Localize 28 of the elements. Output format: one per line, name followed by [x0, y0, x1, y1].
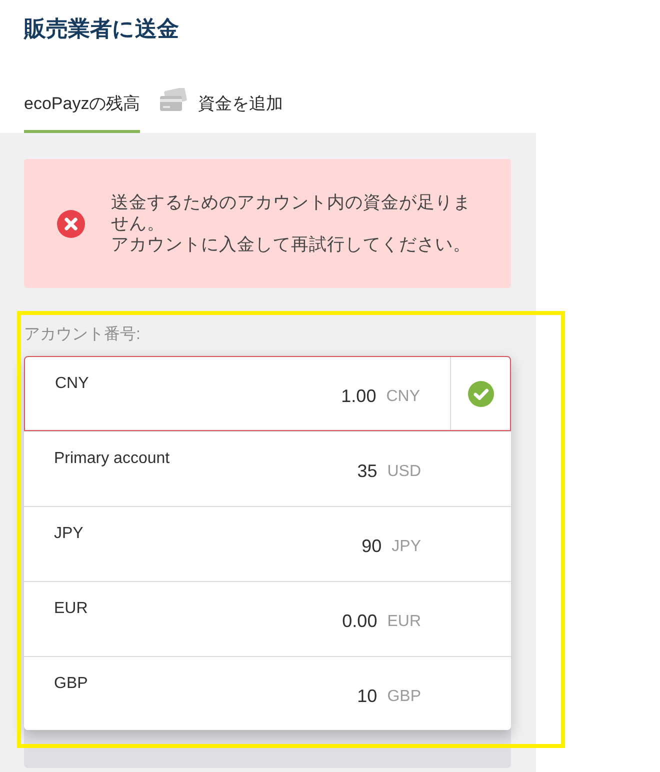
account-balance: 1.00: [341, 385, 376, 408]
account-name: JPY: [54, 524, 84, 544]
account-option[interactable]: EUR 0.00 EUR: [24, 581, 511, 656]
account-option[interactable]: Primary account 35 USD: [24, 431, 511, 506]
currency-code: EUR: [387, 612, 421, 632]
page-title: 販売業者に送金: [24, 16, 179, 42]
currency-code: JPY: [392, 537, 421, 557]
account-option[interactable]: GBP 10 GBP: [24, 656, 511, 730]
tab[interactable]: 資金を追加: [159, 92, 284, 133]
currency-code: CNY: [386, 387, 420, 407]
account-option[interactable]: JPY 90 JPY: [24, 506, 511, 581]
account-name: EUR: [54, 599, 88, 619]
account-option[interactable]: CNY 1.00 CNY: [24, 356, 511, 431]
currency-code: GBP: [387, 687, 421, 707]
account-balance: 10: [357, 685, 378, 708]
account-balance: 90: [362, 535, 382, 558]
field-label: アカウント番号:: [24, 325, 140, 345]
currency-code: USD: [387, 462, 421, 482]
account-name: Primary account: [54, 449, 170, 469]
alert-message: アカウントに入金して再試行してください。: [111, 234, 471, 255]
account-balance: 0.00: [342, 610, 378, 633]
account-balance: 35: [357, 460, 378, 483]
alert-message: 送金するためのアカウント内の資金が足りません。: [111, 192, 472, 234]
cards-icon: [159, 88, 188, 114]
error-icon: [57, 210, 85, 238]
account-name: CNY: [55, 374, 89, 394]
check-icon: [468, 380, 494, 406]
account-name: GBP: [54, 674, 88, 694]
